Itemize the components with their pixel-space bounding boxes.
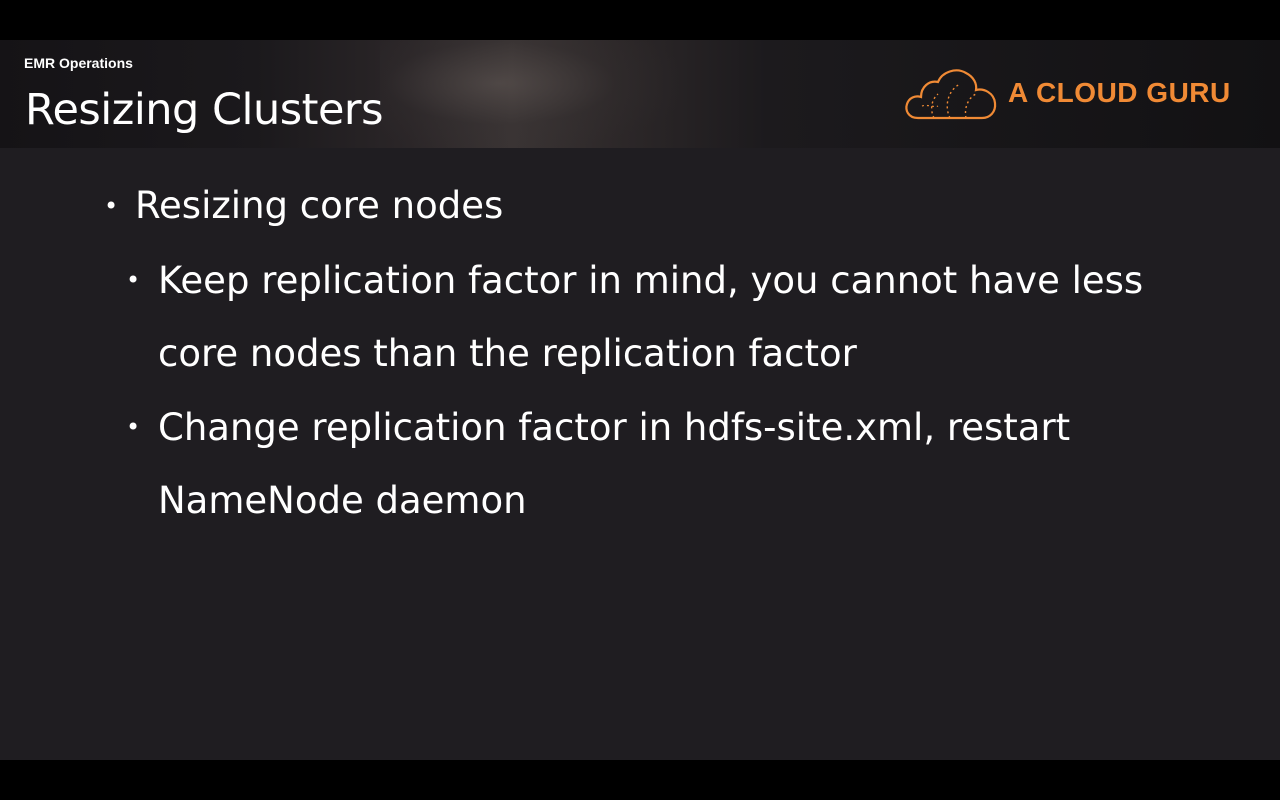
sub-bullet-item: • Keep replication factor in mind, you c… (126, 244, 1186, 390)
brand-logo: A CLOUD GURU (904, 66, 1244, 122)
logo-text: A CLOUD GURU (1008, 77, 1231, 108)
bullet-glyph: • (126, 413, 141, 441)
header-background-photo (380, 40, 680, 148)
bullet-glyph: • (126, 266, 141, 294)
slide-content: • Resizing core nodes • Keep replication… (0, 148, 1280, 760)
sub-bullet-text: Change replication factor in hdfs-site.x… (158, 406, 1071, 522)
bullet-text: Resizing core nodes (135, 184, 504, 227)
section-label: EMR Operations (24, 55, 133, 71)
slide-title: Resizing Clusters (25, 85, 384, 135)
bullet-glyph: • (104, 192, 119, 220)
letterbox-bottom (0, 760, 1280, 800)
letterbox-top (0, 0, 1280, 40)
sub-bullet-item: • Change replication factor in hdfs-site… (126, 391, 1186, 537)
slide: EMR Operations Resizing Clusters A CLOUD… (0, 40, 1280, 760)
sub-bullet-text: Keep replication factor in mind, you can… (158, 259, 1144, 375)
slide-header: EMR Operations Resizing Clusters A CLOUD… (0, 40, 1280, 148)
cloud-icon (905, 69, 997, 120)
